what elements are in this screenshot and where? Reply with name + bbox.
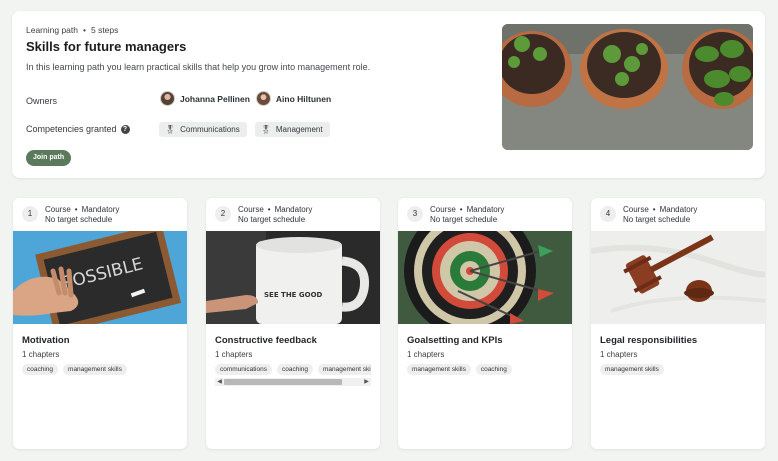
course-card-motivation[interactable]: 1 Course • Mandatory No target schedule PO…	[13, 198, 187, 449]
owner-name: Aino Hiltunen	[275, 93, 332, 104]
course-chapters: 1 chapters	[22, 350, 60, 359]
course-tags: communications coaching management skill…	[215, 364, 371, 375]
path-type: Learning path	[26, 25, 78, 35]
course-image-chalkboard: POSSIBLE	[13, 231, 187, 324]
tag[interactable]: coaching	[22, 364, 59, 375]
owner-johanna[interactable]: Johanna Pellinen	[160, 91, 250, 106]
course-card-goalsetting[interactable]: 3 Course • Mandatory No target schedule Go…	[398, 198, 572, 449]
avatar	[255, 91, 271, 106]
course-image-gavel	[591, 231, 765, 324]
path-description: In this learning path you learn practica…	[26, 62, 371, 72]
medal-icon: 🎖︎	[165, 125, 176, 134]
course-chapters: 1 chapters	[215, 350, 253, 359]
course-meta: Course • Mandatory No target schedule	[238, 205, 313, 224]
scroll-right-icon[interactable]: ▶	[362, 378, 371, 386]
tag[interactable]: management skills	[407, 364, 471, 375]
avatar	[160, 91, 175, 106]
course-chapters: 1 chapters	[600, 350, 638, 359]
course-title[interactable]: Legal responsibilities	[600, 335, 697, 346]
owners-list: Johanna Pellinen Aino Hiltunen	[160, 91, 331, 106]
tags-scrollbar[interactable]: ◀ ▶	[215, 378, 371, 386]
competency-tag-management[interactable]: 🎖︎ Management	[254, 122, 330, 137]
tag[interactable]: coaching	[475, 364, 512, 375]
scroll-thumb[interactable]	[224, 379, 342, 385]
page-title: Skills for future managers	[26, 39, 187, 54]
course-title[interactable]: Constructive feedback	[215, 335, 317, 346]
path-meta: Learning path • 5 steps	[26, 25, 119, 35]
course-meta: Course • Mandatory No target schedule	[430, 205, 505, 224]
course-card-constructive-feedback[interactable]: 2 Course • Mandatory No target schedule SE…	[206, 198, 380, 449]
competency-tag-communications[interactable]: 🎖︎ Communications	[159, 122, 247, 137]
course-card-legal[interactable]: 4 Course • Mandatory No target schedule Le…	[591, 198, 765, 449]
course-tags: management skills	[600, 364, 756, 375]
hero-image-plants	[502, 24, 753, 150]
step-number: 1	[22, 206, 38, 222]
tag[interactable]: communications	[215, 364, 272, 375]
competency-tags: 🎖︎ Communications 🎖︎ Management	[159, 122, 330, 137]
owner-aino[interactable]: Aino Hiltunen	[255, 91, 332, 106]
step-number: 4	[600, 206, 616, 222]
step-number: 3	[407, 206, 423, 222]
mug-text: SEE THE GOOD	[264, 291, 323, 299]
course-image-mug: SEE THE GOOD	[206, 231, 380, 324]
tag[interactable]: management skills	[318, 364, 371, 375]
learning-path-header: Learning path • 5 steps Skills for future …	[12, 11, 765, 178]
course-title[interactable]: Goalsetting and KPIs	[407, 335, 503, 346]
owners-label: Owners	[26, 96, 58, 106]
path-steps: 5 steps	[90, 25, 119, 35]
course-tags: coaching management skills	[22, 364, 178, 375]
course-chapters: 1 chapters	[407, 350, 445, 359]
medal-icon: 🎖︎	[260, 125, 271, 134]
course-meta: Course • Mandatory No target schedule	[623, 205, 698, 224]
course-title[interactable]: Motivation	[22, 335, 70, 346]
competencies-label: Competencies granted ?	[26, 124, 130, 134]
course-meta: Course • Mandatory No target schedule	[45, 205, 120, 224]
step-number: 2	[215, 206, 231, 222]
tag[interactable]: management skills	[600, 364, 664, 375]
join-path-button[interactable]: Join path	[26, 150, 72, 166]
help-icon[interactable]: ?	[120, 124, 130, 134]
tag[interactable]: coaching	[276, 364, 313, 375]
scroll-left-icon[interactable]: ◀	[215, 378, 224, 386]
tag[interactable]: management skills	[63, 364, 127, 375]
course-image-dartboard	[398, 231, 572, 324]
course-tags: management skills coaching	[407, 364, 563, 375]
owner-name: Johanna Pellinen	[180, 93, 250, 104]
